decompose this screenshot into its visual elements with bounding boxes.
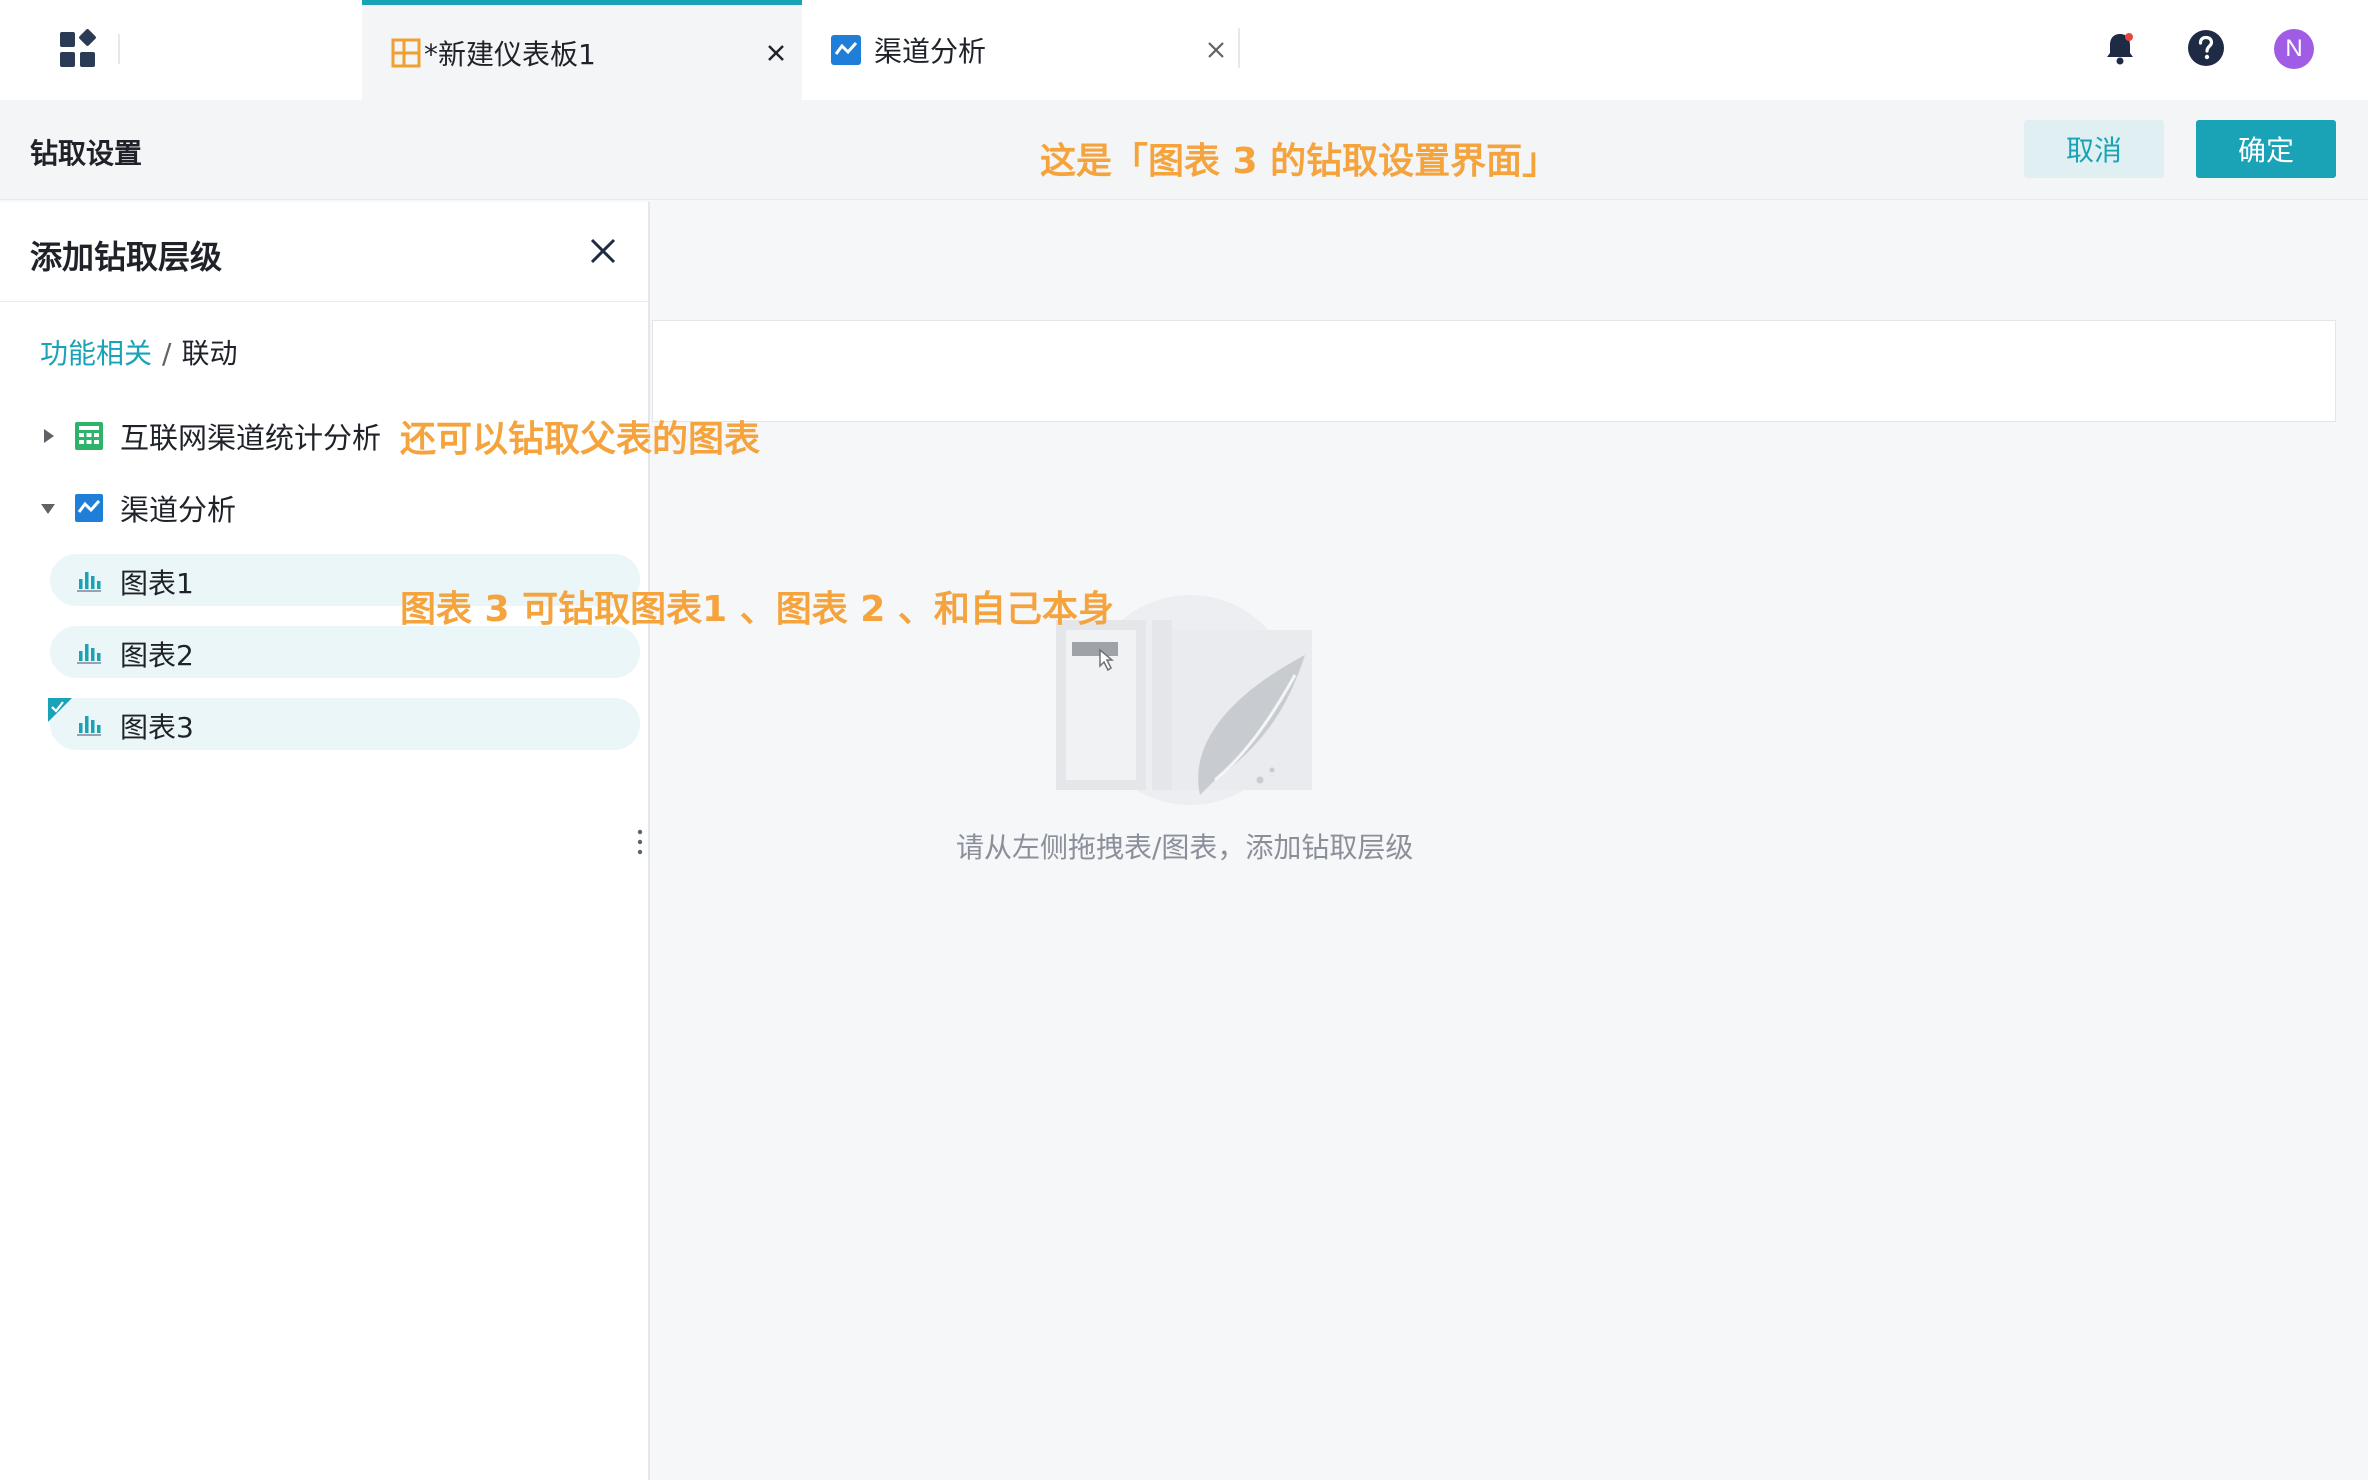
tab-new-dashboard[interactable]: *新建仪表板1 <box>362 0 802 100</box>
chart-item-label: 图表3 <box>120 711 194 744</box>
chart-item-2[interactable]: 图表2 <box>50 626 640 678</box>
bar-chart-icon <box>77 572 101 592</box>
header-annotation: 这是「图表 3 的钻取设置界面」 <box>1040 141 1559 182</box>
top-tab-bar: *新建仪表板1 渠道分析 N <box>0 0 2368 100</box>
dashboard-icon <box>391 38 421 67</box>
avatar[interactable]: N <box>2274 29 2314 69</box>
drill-level-drop-zone[interactable] <box>652 320 2336 422</box>
chart-item-label: 图表2 <box>120 639 194 672</box>
bar-chart-icon <box>77 716 101 736</box>
analysis-icon <box>831 35 861 65</box>
empty-state-text: 请从左侧拖拽表/图表，添加钻取层级 <box>956 831 1414 864</box>
breadcrumb-separator: / <box>162 337 172 370</box>
drill-settings-header: 钻取设置 这是「图表 3 的钻取设置界面」 取消 确定 <box>0 100 2368 200</box>
selected-check-icon <box>48 698 72 722</box>
tab-separator <box>1238 28 1240 68</box>
page-title: 钻取设置 <box>30 137 143 170</box>
close-icon[interactable] <box>762 39 790 67</box>
tree-item-label: 渠道分析 <box>120 493 237 527</box>
chart-item-label: 图表1 <box>120 567 194 600</box>
parent-drill-annotation: 还可以钻取父表的图表 <box>400 419 761 460</box>
panel-resize-handle[interactable] <box>630 822 650 862</box>
caret-right-icon[interactable] <box>38 426 58 446</box>
panel-header: 添加钻取层级 <box>0 202 648 302</box>
panel-title: 添加钻取层级 <box>30 238 223 276</box>
cancel-button[interactable]: 取消 <box>2024 120 2164 178</box>
chart-item-3[interactable]: 图表3 <box>48 698 640 750</box>
tree-item-label: 互联网渠道统计分析 <box>120 421 382 455</box>
help-icon[interactable] <box>2186 28 2226 68</box>
breadcrumb: 功能相关 / 联动 <box>40 332 237 372</box>
bell-icon[interactable] <box>2100 28 2140 68</box>
bar-chart-icon <box>77 644 101 664</box>
caret-down-icon[interactable] <box>38 498 58 518</box>
table-icon <box>75 422 103 450</box>
breadcrumb-link[interactable]: 功能相关 <box>40 337 152 370</box>
confirm-button[interactable]: 确定 <box>2196 120 2336 178</box>
close-icon[interactable] <box>1202 36 1230 64</box>
tree-item-internet-channel-stats[interactable]: 互联网渠道统计分析 <box>0 410 390 462</box>
close-icon[interactable] <box>586 234 620 268</box>
tab-channel-analysis[interactable]: 渠道分析 <box>802 0 1242 100</box>
app-menu-icon[interactable] <box>56 28 100 72</box>
breadcrumb-current: 联动 <box>181 337 238 370</box>
analysis-icon <box>75 494 103 522</box>
tree-item-channel-analysis[interactable]: 渠道分析 <box>0 482 300 534</box>
tab-label: 渠道分析 <box>874 35 987 68</box>
topbar-divider <box>118 34 120 64</box>
charts-drill-annotation: 图表 3 可钻取图表1 、图表 2 、和自己本身 <box>400 589 1114 630</box>
tab-label: *新建仪表板1 <box>424 37 596 71</box>
add-drill-level-panel: 添加钻取层级 功能相关 / 联动 互联网渠道统计分析 渠道分析 图表1 图表2 … <box>0 202 650 1480</box>
